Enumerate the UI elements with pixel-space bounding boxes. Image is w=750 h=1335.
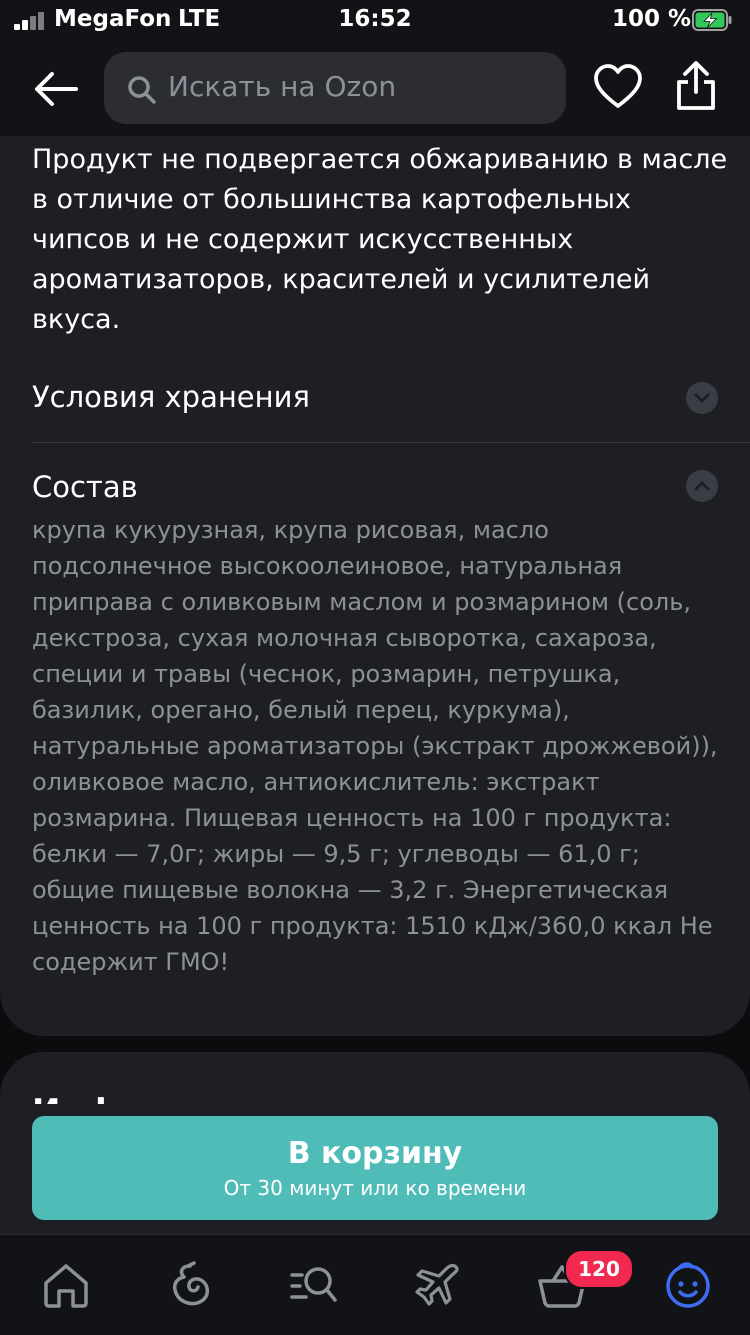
delivery-time-label: От 30 минут или ко времени: [223, 1176, 527, 1200]
composition-text: крупа кукурузная, крупа рисовая, масло п…: [32, 516, 718, 976]
favorite-button[interactable]: [592, 62, 644, 114]
top-navigation-bar: Искать на Ozon: [0, 42, 750, 136]
section-title: Состав: [32, 470, 138, 504]
tab-travel[interactable]: [412, 1259, 464, 1311]
back-button[interactable]: [28, 64, 84, 114]
section-composition[interactable]: Состав: [32, 470, 750, 510]
chevron-up-icon: [686, 470, 718, 502]
tab-profile[interactable]: [662, 1259, 714, 1311]
product-description-card: Продукт не подвергается обжариванию в ма…: [0, 136, 750, 1036]
profile-icon: [666, 1262, 710, 1308]
section-storage-conditions[interactable]: Условия хранения: [32, 380, 750, 420]
info-card-heading: Информация: [32, 1092, 287, 1104]
share-button[interactable]: [670, 58, 722, 114]
divider: [32, 442, 750, 443]
battery-charging-icon: [692, 9, 732, 31]
back-arrow-icon: [35, 72, 78, 106]
tab-home[interactable]: [40, 1259, 92, 1311]
description-text: Продукт не подвергается обжариванию в ма…: [32, 144, 728, 335]
status-bar: MegaFon LTE 16:52 100 %: [0, 0, 750, 42]
home-icon: [44, 1264, 88, 1308]
cart-count-badge: 120: [564, 1249, 634, 1289]
bottom-tab-bar: 120: [0, 1234, 750, 1335]
add-to-cart-button[interactable]: В корзину От 30 минут или ко времени: [32, 1116, 718, 1220]
battery-percent: 100 %: [612, 6, 692, 32]
add-to-cart-label: В корзину: [287, 1136, 463, 1171]
travel-icon: [415, 1263, 459, 1306]
tab-catalog[interactable]: [288, 1259, 340, 1311]
tab-fresh[interactable]: [164, 1259, 216, 1311]
section-title: Условия хранения: [32, 380, 310, 414]
search-icon: [128, 76, 156, 104]
share-icon: [677, 61, 715, 110]
fresh-icon: [172, 1261, 210, 1306]
catalog-search-icon: [290, 1267, 337, 1302]
search-placeholder: Искать на Ozon: [168, 70, 397, 103]
chevron-down-icon: [686, 382, 718, 414]
heart-icon: [594, 64, 642, 108]
search-input[interactable]: Искать на Ozon: [104, 52, 566, 124]
